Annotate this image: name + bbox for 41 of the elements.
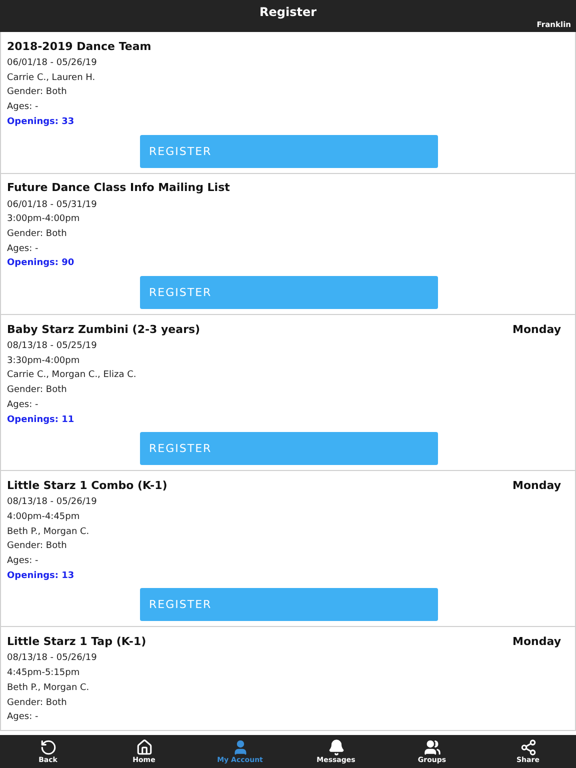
class-day: Monday (512, 478, 561, 492)
class-detail: Ages: - (7, 398, 38, 412)
class-day: Monday (512, 322, 561, 336)
class-detail: 3:30pm-4:00pm (7, 354, 80, 368)
people-icon (424, 739, 440, 756)
class-detail: 3:00pm-4:00pm (7, 213, 80, 226)
page-title: Register (259, 5, 317, 20)
class-detail: 08/13/18 - 05/26/19 (7, 652, 97, 666)
share-icon (520, 739, 536, 756)
openings-count: Openings: 11 (7, 414, 74, 427)
class-title: Baby Starz Zumbini (2-3 years) (7, 322, 200, 336)
class-detail: Beth P., Morgan C. (7, 682, 90, 695)
home-icon (136, 739, 152, 756)
class-detail: Gender: Both (7, 86, 67, 100)
openings-count: Openings: 90 (7, 257, 74, 270)
openings-count: Openings: 13 (7, 570, 74, 583)
class-detail: 06/01/18 - 05/26/19 (7, 57, 97, 70)
class-detail: Ages: - (7, 711, 38, 724)
class-day: Monday (512, 634, 561, 648)
undo-arrow-icon (40, 739, 56, 756)
class-title: Future Dance Class Info Mailing List (7, 181, 230, 194)
class-detail: Gender: Both (7, 228, 67, 241)
class-detail: 06/01/18 - 05/31/19 (7, 198, 97, 212)
class-detail: Carrie C., Morgan C., Eliza C. (7, 369, 136, 382)
class-detail: Carrie C., Lauren H. (7, 72, 96, 85)
class-title: Little Starz 1 Tap (K-1) (7, 634, 146, 648)
class-detail: Gender: Both (7, 540, 67, 554)
class-detail: Ages: - (7, 555, 38, 568)
class-title: Little Starz 1 Combo (K-1) (7, 478, 168, 492)
class-detail: Ages: - (7, 101, 38, 114)
class-detail: 08/13/18 - 05/25/19 (7, 340, 97, 354)
class-detail: Ages: - (7, 242, 38, 256)
class-detail: Gender: Both (7, 384, 67, 398)
class-detail: 4:45pm-5:15pm (7, 667, 80, 680)
class-detail: 4:00pm-4:45pm (7, 510, 80, 524)
bell-icon (328, 739, 344, 756)
openings-count: Openings: 33 (7, 116, 74, 129)
class-detail: Beth P., Morgan C. (7, 526, 90, 539)
class-title: 2018-2019 Dance Team (7, 40, 152, 52)
class-detail: 08/13/18 - 05/26/19 (7, 496, 97, 510)
class-detail: Gender: Both (7, 696, 67, 710)
